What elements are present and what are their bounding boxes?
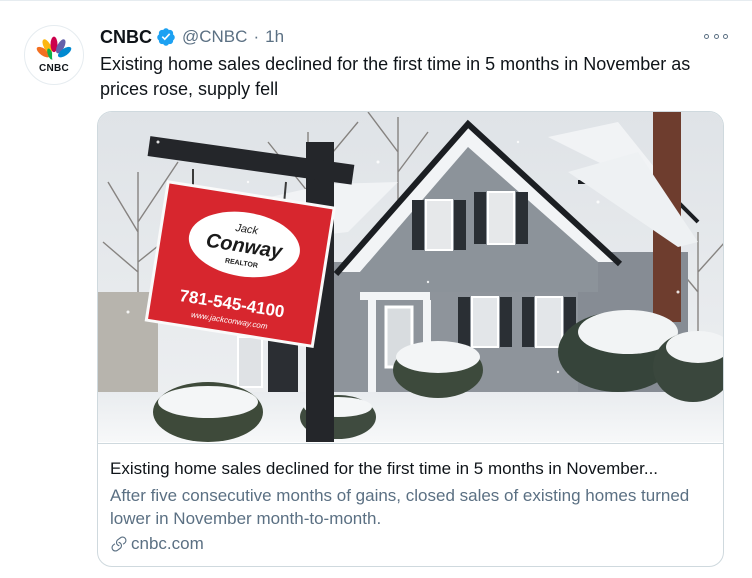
- card-domain-text[interactable]: cnbc.com: [131, 534, 204, 554]
- card-domain[interactable]: cnbc.com: [110, 534, 204, 554]
- avatar[interactable]: CNBC: [24, 25, 84, 85]
- tweet-timestamp[interactable]: 1h: [265, 27, 284, 47]
- card-title[interactable]: Existing home sales declined for the fir…: [110, 458, 710, 480]
- link-icon: [111, 536, 127, 552]
- card-description: After five consecutive months of gains, …: [110, 486, 690, 528]
- tweet-text: Existing home sales declined for the fir…: [100, 54, 691, 99]
- link-preview-card[interactable]: Jack Conway REALTOR 781-545-4100 www.jac…: [97, 111, 724, 567]
- house-photo: Jack Conway REALTOR 781-545-4100 www.jac…: [98, 112, 723, 442]
- verified-badge-icon: [157, 28, 175, 46]
- author-name[interactable]: CNBC: [100, 27, 152, 48]
- more-dot: [704, 33, 709, 39]
- more-dot: [723, 33, 728, 39]
- more-dot: [713, 33, 719, 39]
- avatar-logo-text: CNBC: [38, 63, 70, 74]
- header-separator: ·: [253, 27, 260, 46]
- card-body[interactable]: Existing home sales declined for the fir…: [98, 443, 723, 553]
- card-image[interactable]: Jack Conway REALTOR 781-545-4100 www.jac…: [98, 112, 723, 442]
- cnbc-peacock-logo: [36, 36, 72, 60]
- more-options-icon[interactable]: [704, 27, 728, 45]
- tweet[interactable]: CNBC CNBC @CNBC · 1h Existing home sales…: [0, 0, 752, 578]
- tweet-header: CNBC @CNBC · 1h: [100, 26, 284, 48]
- author-handle[interactable]: @CNBC: [182, 27, 247, 47]
